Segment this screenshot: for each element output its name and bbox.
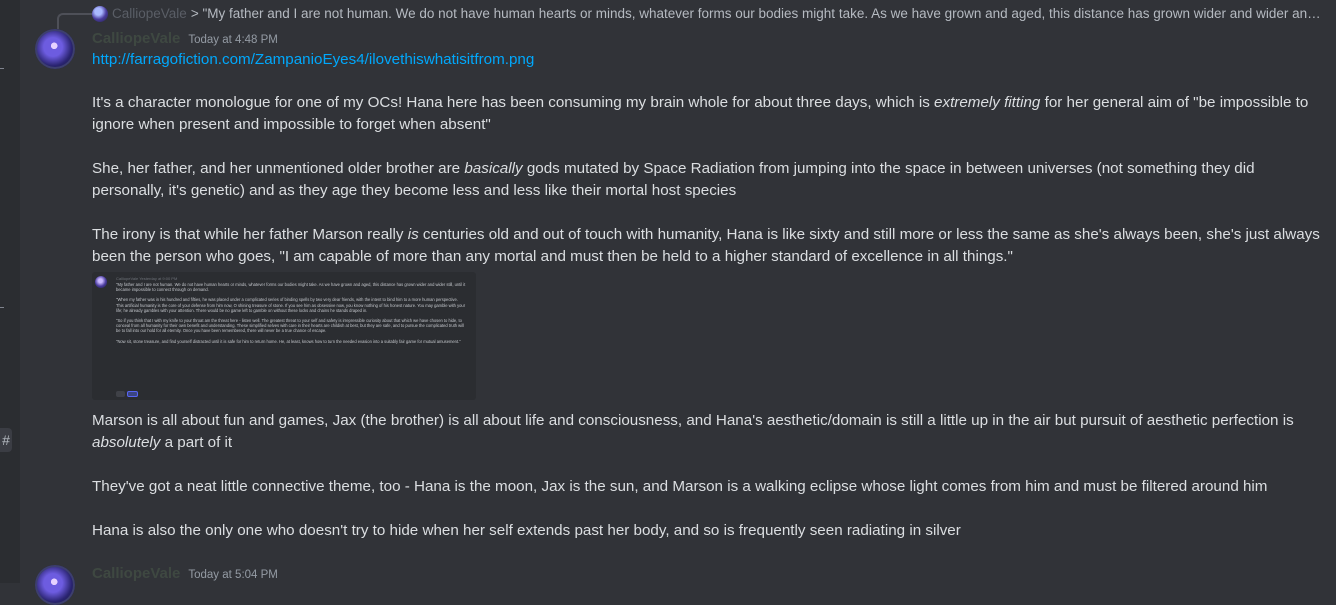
embed-reactions — [116, 391, 146, 397]
reply-preview[interactable]: CalliopeVale > "My father and I are not … — [92, 5, 1322, 23]
avatar[interactable] — [35, 29, 75, 69]
italic-text: absolutely — [92, 434, 161, 451]
reaction-chip — [116, 391, 125, 397]
text-span: a part of it — [160, 434, 233, 451]
username[interactable]: CalliopeVale — [92, 30, 180, 47]
reply-text[interactable]: > "My father and I are not human. We do … — [191, 5, 1322, 23]
reply-author[interactable]: CalliopeVale — [112, 5, 187, 23]
embed-paragraph: "So if you think that I with my knife to… — [116, 318, 464, 334]
text-span: She, her father, and her unmentioned old… — [92, 160, 465, 177]
channel-hash-icon[interactable]: # — [0, 428, 12, 452]
message-link-line: http://farragofiction.com/ZampanioEyes4/… — [92, 49, 1324, 71]
embed-paragraph: "Now sit, stone treasure, and find yours… — [116, 338, 461, 344]
embed-paragraph: "When my father was in his hundred and f… — [116, 297, 466, 313]
italic-text: is — [407, 226, 419, 243]
message-paragraph: They've got a neat little connective the… — [92, 478, 1268, 495]
embed-header: CalliopeVale Yesterday at 9:00 PM — [116, 276, 178, 281]
sidebar-divider — [0, 68, 4, 69]
italic-text: extremely fitting — [934, 94, 1041, 111]
text-span: It's a character monologue for one of my… — [92, 94, 935, 111]
reply-avatar[interactable] — [92, 6, 108, 22]
message-paragraph: She, her father, and her unmentioned old… — [92, 158, 1324, 202]
text-span: Marson is all about fun and games, Jax (… — [92, 412, 1294, 429]
message-paragraph: It's a character monologue for one of my… — [92, 92, 1324, 136]
reply-connector — [57, 13, 93, 29]
message-header: CalliopeVale Today at 4:48 PM — [92, 30, 278, 50]
message-paragraph: The irony is that while her father Marso… — [92, 224, 1324, 268]
timestamp[interactable]: Today at 5:04 PM — [188, 569, 278, 581]
message-paragraph: Marson is all about fun and games, Jax (… — [92, 410, 1324, 454]
image-link[interactable]: http://farragofiction.com/ZampanioEyes4/… — [92, 51, 534, 68]
message-paragraph: Hana is also the only one who doesn't tr… — [92, 522, 961, 539]
avatar[interactable] — [35, 565, 75, 605]
server-sidebar: # — [0, 0, 20, 583]
embed-avatar — [95, 276, 107, 288]
embedded-image[interactable]: CalliopeVale Yesterday at 9:00 PM "My fa… — [92, 272, 476, 400]
embed-body: "My father and I are not human. We do no… — [116, 282, 466, 349]
message-header: CalliopeVale Today at 5:04 PM — [92, 565, 278, 585]
username[interactable]: CalliopeVale — [92, 565, 180, 582]
text-span: The irony is that while her father Marso… — [92, 226, 408, 243]
timestamp[interactable]: Today at 4:48 PM — [188, 34, 278, 46]
embed-paragraph: "My father and I are not human. We do no… — [116, 282, 466, 293]
reaction-chip — [127, 391, 138, 397]
italic-text: basically — [464, 160, 523, 177]
sidebar-divider — [0, 307, 4, 308]
